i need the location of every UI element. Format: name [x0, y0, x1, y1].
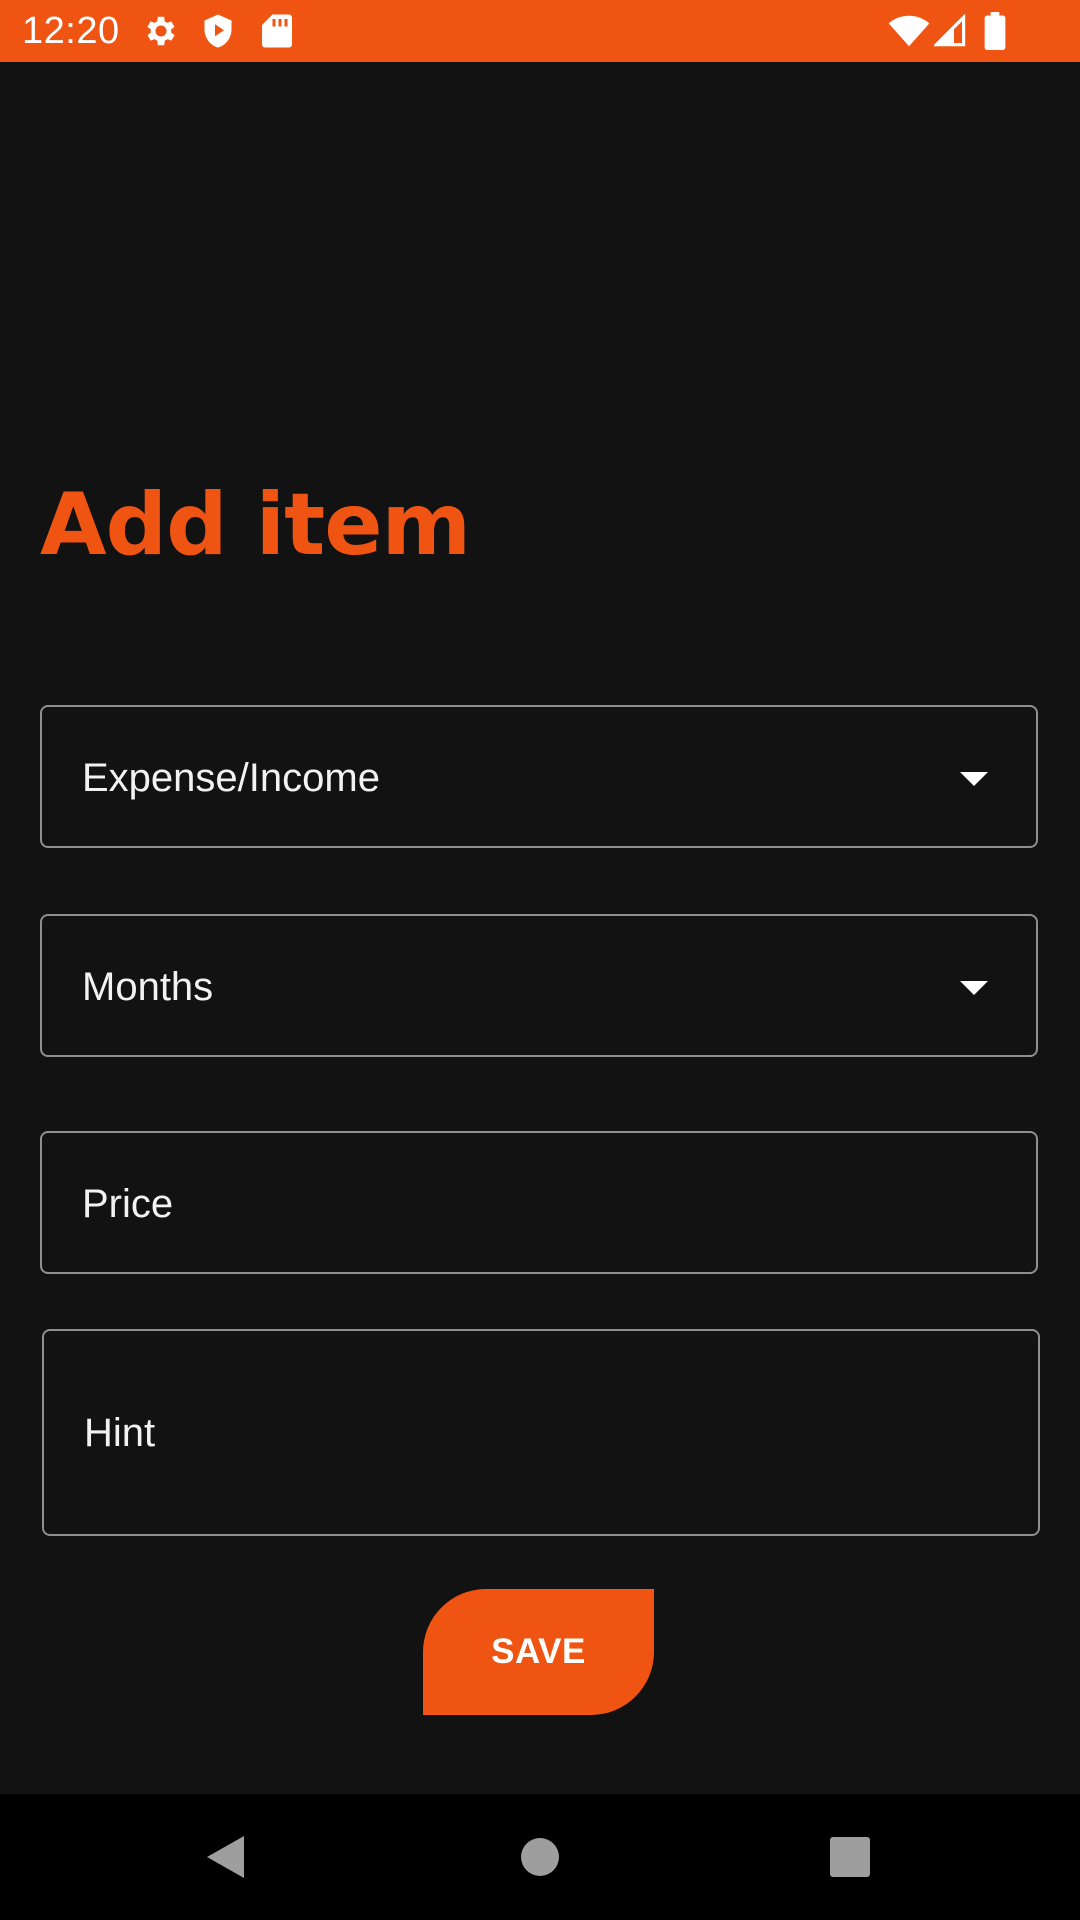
status-time: 12:20	[22, 10, 120, 52]
navigation-bar	[0, 1794, 1080, 1920]
status-bar: 12:20	[0, 0, 1080, 62]
recents-icon	[830, 1837, 870, 1877]
home-icon	[521, 1838, 559, 1876]
wifi-icon	[888, 14, 930, 48]
months-label: Months	[82, 965, 214, 1009]
settings-icon	[142, 12, 180, 50]
dropdown-arrow-icon	[960, 772, 988, 786]
price-field[interactable]: Price	[40, 1131, 1038, 1274]
page-title: Add item	[40, 475, 471, 575]
sd-card-icon	[262, 12, 292, 50]
save-button[interactable]: SAVE	[423, 1589, 654, 1715]
back-button[interactable]	[156, 1794, 296, 1920]
home-button[interactable]	[470, 1794, 610, 1920]
shield-play-icon	[200, 12, 236, 50]
price-placeholder: Price	[82, 1182, 174, 1226]
battery-icon	[984, 12, 1006, 50]
back-icon	[207, 1836, 244, 1878]
dropdown-arrow-icon	[960, 981, 988, 995]
cell-signal-icon	[934, 14, 966, 48]
months-dropdown[interactable]: Months	[40, 914, 1038, 1057]
expense-income-dropdown[interactable]: Expense/Income	[40, 705, 1038, 848]
recents-button[interactable]	[780, 1794, 920, 1920]
hint-placeholder: Hint	[84, 1411, 156, 1455]
hint-field[interactable]: Hint	[42, 1329, 1040, 1536]
expense-income-label: Expense/Income	[82, 756, 380, 800]
